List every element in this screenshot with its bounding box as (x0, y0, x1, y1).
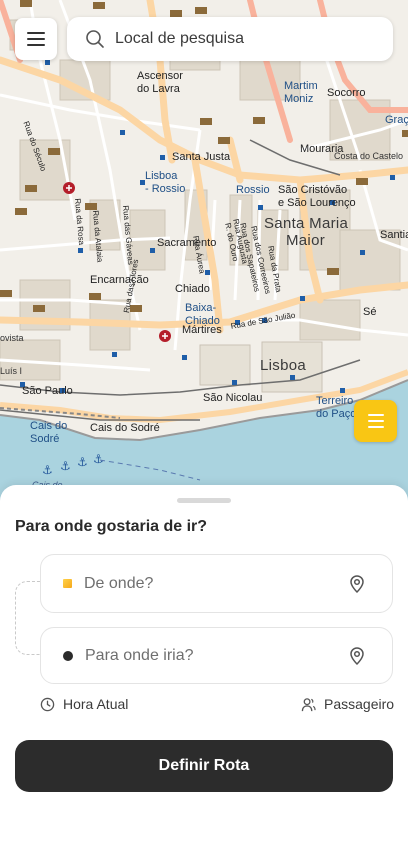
destination-field[interactable]: Para onde iria? (40, 627, 393, 684)
location-pin-icon[interactable] (347, 646, 367, 666)
destination-input[interactable]: Para onde iria? (85, 647, 347, 665)
user-icon (301, 697, 316, 711)
route-sheet: Para onde gostaria de ir? De onde? Para … (0, 485, 408, 841)
map-view[interactable]: ⚓ ⚓ ⚓ ⚓ Lavra Ascensor do Lavra Martim M… (0, 0, 408, 520)
origin-marker-icon (63, 579, 72, 588)
search-input[interactable]: Local de pesquisa (115, 30, 244, 48)
list-icon (367, 414, 384, 428)
set-route-button[interactable]: Definir Rota (15, 740, 393, 792)
sheet-drag-handle[interactable] (177, 498, 231, 503)
menu-button[interactable] (15, 18, 57, 60)
clock-icon (40, 697, 55, 711)
svg-text:⚓: ⚓ (42, 463, 53, 477)
layers-button[interactable] (354, 400, 397, 442)
passenger-option-label: Passageiro (324, 696, 395, 712)
search-bar[interactable]: Local de pesquisa (67, 17, 393, 61)
origin-field[interactable]: De onde? (40, 554, 393, 613)
svg-text:⚓: ⚓ (77, 455, 88, 469)
svg-text:⚓: ⚓ (93, 452, 104, 466)
time-option[interactable]: Hora Atual (40, 696, 128, 712)
map-tiles: ⚓ ⚓ ⚓ ⚓ (0, 0, 408, 520)
destination-marker-icon (63, 650, 73, 661)
time-option-label: Hora Atual (63, 696, 129, 712)
hamburger-icon (27, 32, 45, 46)
location-pin-icon[interactable] (347, 574, 367, 594)
svg-text:⚓: ⚓ (60, 459, 71, 473)
route-connector (15, 581, 41, 655)
search-icon (86, 30, 104, 48)
sheet-title: Para onde gostaria de ir? (15, 518, 208, 535)
origin-input[interactable]: De onde? (84, 575, 347, 593)
passenger-option[interactable]: Passageiro (301, 696, 394, 712)
